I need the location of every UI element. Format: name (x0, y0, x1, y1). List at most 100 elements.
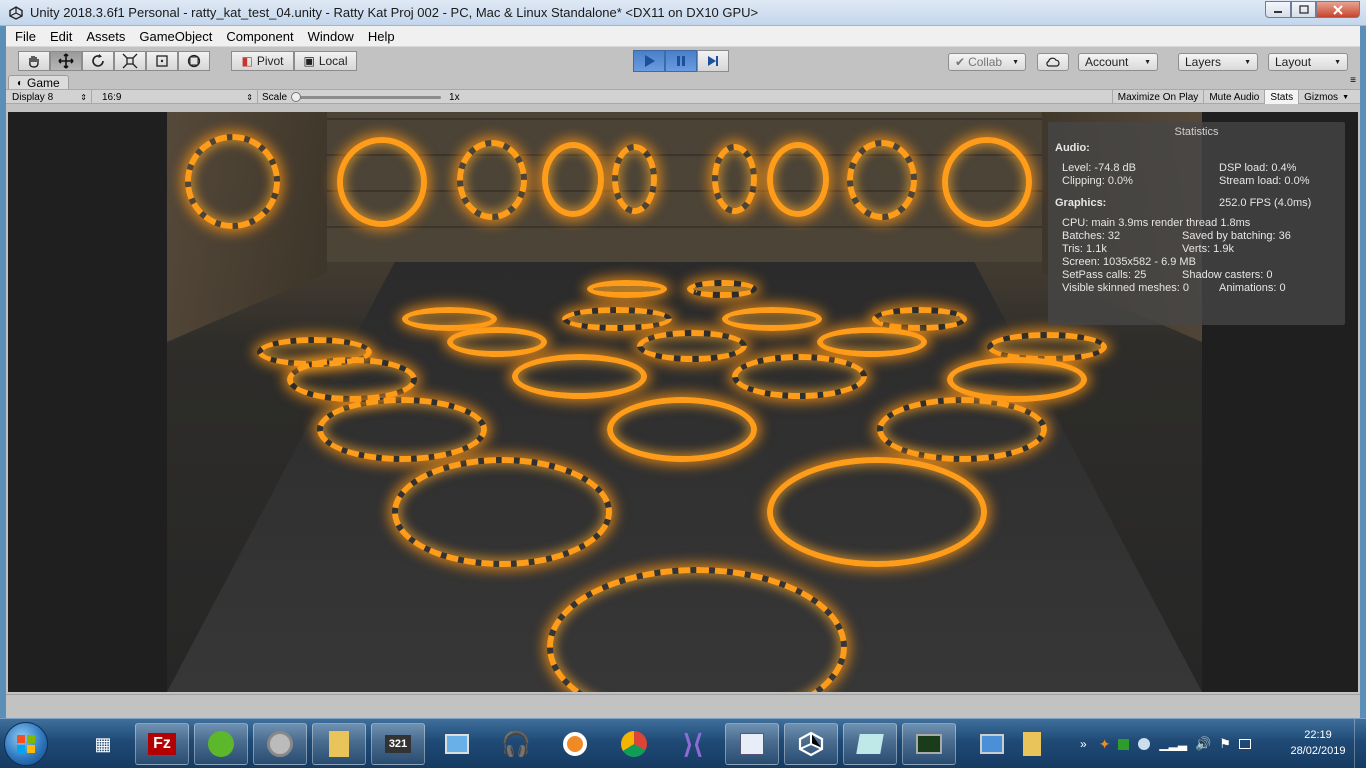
rune-glyph (447, 327, 547, 357)
green-app-icon[interactable] (194, 723, 248, 765)
animations: Animations: 0 (1219, 282, 1286, 294)
tray-green-icon[interactable] (1118, 738, 1130, 750)
chevron-down-icon: ▼ (1334, 58, 1341, 66)
close-button[interactable] (1316, 1, 1360, 18)
batches: Batches: 32 (1062, 230, 1121, 242)
pivot-button[interactable]: ◧ Pivot (231, 51, 294, 71)
blender-icon[interactable] (548, 723, 602, 765)
minimize-button[interactable] (1265, 1, 1291, 18)
scale-label: Scale (262, 91, 288, 103)
menu-component[interactable]: Component (219, 29, 300, 44)
scale-slider[interactable] (291, 91, 442, 102)
local-icon: ▣ (303, 54, 315, 68)
local-button[interactable]: ▣ Local (294, 51, 357, 71)
aspect-dropdown[interactable]: 16:9 ⇕ (98, 90, 258, 104)
rune-glyph (732, 354, 867, 399)
tab-game[interactable]: ◐ Game (8, 75, 69, 90)
maximize-button[interactable] (1291, 1, 1316, 18)
tab-menu-icon[interactable]: ≡ (1350, 75, 1356, 86)
menu-help[interactable]: Help (361, 29, 402, 44)
menu-assets[interactable]: Assets (79, 29, 132, 44)
step-icon (708, 56, 718, 66)
display-label: Display 8 (12, 91, 54, 103)
mute-audio-toggle[interactable]: Mute Audio (1203, 90, 1264, 104)
scale-slider-thumb[interactable] (291, 91, 302, 102)
menu-bar: File Edit Assets GameObject Component Wi… (6, 26, 1360, 47)
layers-dropdown[interactable]: Layers ▼ (1178, 53, 1258, 71)
cloud-button[interactable] (1037, 53, 1069, 71)
filezilla-icon[interactable]: Fz (135, 723, 189, 765)
rune-glyph (457, 140, 527, 220)
start-button[interactable] (4, 722, 48, 766)
setpass-calls: SetPass calls: 25 (1062, 269, 1147, 281)
move-tool-button[interactable] (50, 51, 82, 71)
folder-icon[interactable] (312, 723, 366, 765)
menu-gameobject[interactable]: GameObject (132, 29, 219, 44)
notepad-icon[interactable] (843, 723, 897, 765)
rune-glyph (512, 354, 647, 399)
scale-tool-button[interactable] (114, 51, 146, 71)
main-toolbar: ◧ Pivot ▣ Local ✔ Collab ▼ Account ▼ Lay… (6, 47, 1360, 75)
game-viewport[interactable]: Statistics Audio: Level: -74.8 dB DSP lo… (8, 112, 1358, 692)
chevron-down-icon: ▼ (1244, 58, 1251, 66)
layout-label: Layout (1275, 55, 1312, 69)
menu-window[interactable]: Window (301, 29, 361, 44)
fps-value: 252.0 FPS (4.0ms) (1219, 197, 1312, 209)
step-button[interactable] (697, 50, 729, 72)
rune-glyph (287, 357, 417, 402)
play-button[interactable] (633, 50, 665, 72)
check-icon: ✔ (955, 55, 966, 69)
windows-taskbar: ▦ Fz 321 🎧 ⟩⟨ » ✦ ▁▂▃ 🔊 ⚑ 22:19 28/02/20… (0, 718, 1366, 768)
transform-tool-button[interactable] (178, 51, 210, 71)
rune-glyph (722, 307, 822, 331)
terminal-icon[interactable] (902, 723, 956, 765)
unity-icon[interactable] (784, 723, 838, 765)
layout-dropdown[interactable]: Layout ▼ (1268, 53, 1348, 71)
volume-icon[interactable]: 🔊 (1195, 736, 1211, 752)
menu-file[interactable]: File (8, 29, 43, 44)
show-desktop-button[interactable] (1354, 719, 1366, 768)
menu-edit[interactable]: Edit (43, 29, 79, 44)
maximize-on-play-toggle[interactable]: Maximize On Play (1111, 90, 1204, 104)
headphones-icon[interactable]: 🎧 (489, 723, 543, 765)
rune-glyph (687, 280, 757, 298)
network-icon[interactable] (430, 723, 484, 765)
rune-glyph (185, 134, 280, 229)
folder-icon[interactable] (1005, 723, 1059, 765)
taskbar-clock[interactable]: 22:19 28/02/2019 (1278, 727, 1358, 759)
rotate-tool-button[interactable] (82, 51, 114, 71)
tray-clock-icon[interactable] (1138, 738, 1151, 750)
tray-expand-icon[interactable]: » (1080, 737, 1087, 751)
tray-app-icon[interactable]: ✦ (1099, 736, 1111, 753)
cpu-time: CPU: main 3.9ms render thread 1.8ms (1062, 217, 1251, 229)
visual-studio-icon[interactable]: ⟩⟨ (666, 723, 720, 765)
pause-button[interactable] (665, 50, 697, 72)
display-dropdown[interactable]: Display 8 ⇕ (8, 90, 92, 104)
flag-icon[interactable]: ⚑ (1219, 736, 1231, 752)
unity-logo-icon (8, 5, 24, 21)
calculator-icon[interactable]: ▦ (76, 723, 130, 765)
chevron-down-icon: ▼ (1012, 58, 1019, 66)
collab-dropdown[interactable]: ✔ Collab ▼ (948, 53, 1026, 71)
gizmos-dropdown[interactable]: Gizmos ▼ (1298, 90, 1354, 104)
audio-clipping: Clipping: 0.0% (1062, 175, 1133, 187)
pivot-group: ◧ Pivot ▣ Local (231, 51, 357, 71)
unity-editor: File Edit Assets GameObject Component Wi… (6, 26, 1360, 718)
local-label: Local (318, 54, 348, 68)
hand-tool-button[interactable] (18, 51, 50, 71)
chevron-updown-icon: ⇕ (246, 92, 253, 102)
account-dropdown[interactable]: Account ▼ (1078, 53, 1158, 71)
display-icon[interactable] (1238, 739, 1251, 749)
network-signal-icon[interactable]: ▁▂▃ (1159, 737, 1187, 751)
media-icon[interactable]: 321 (371, 723, 425, 765)
chrome-icon[interactable] (607, 723, 661, 765)
paint-icon[interactable] (725, 723, 779, 765)
speaker-icon[interactable] (253, 723, 307, 765)
transform-icon (187, 54, 201, 68)
hand-icon (29, 56, 39, 68)
system-tray: » ✦ ▁▂▃ 🔊 ⚑ (1080, 719, 1280, 768)
transform-tools (18, 51, 210, 71)
scale-icon (122, 53, 138, 69)
stats-toggle[interactable]: Stats (1264, 90, 1299, 104)
rect-tool-button[interactable] (146, 51, 178, 71)
